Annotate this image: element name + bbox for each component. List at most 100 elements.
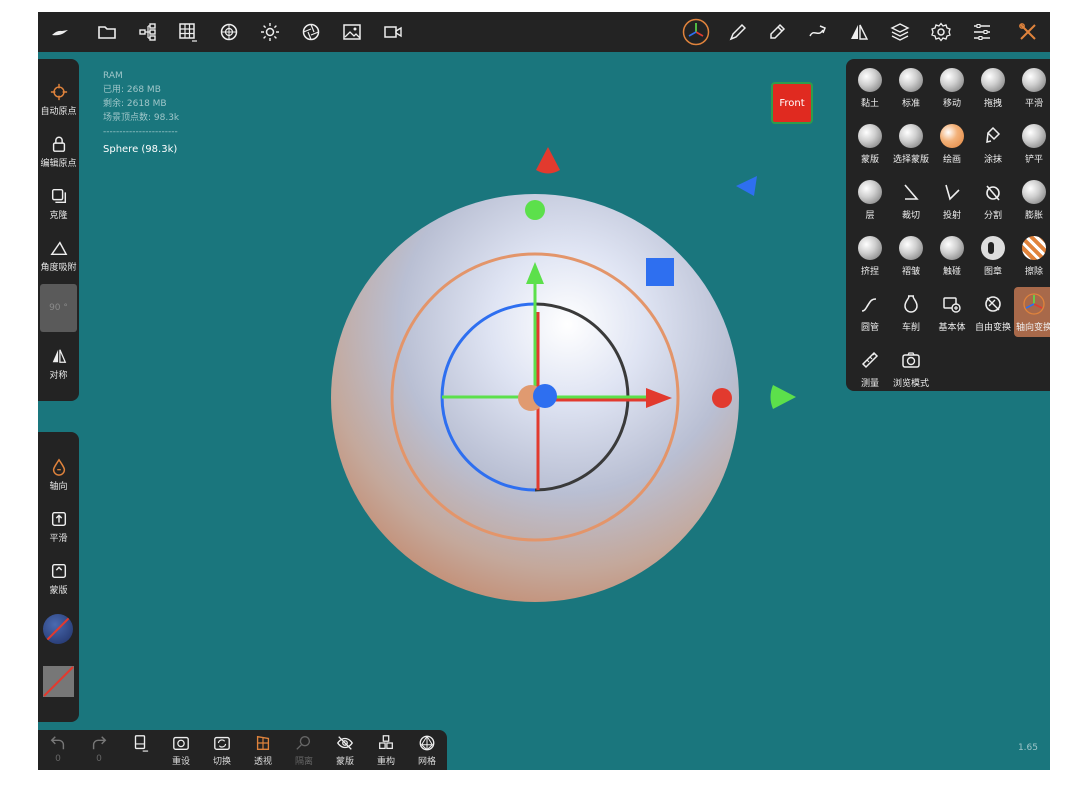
gizmo-center[interactable] xyxy=(533,384,557,408)
redo-icon xyxy=(92,736,107,750)
perspective-button[interactable]: 透视 xyxy=(243,734,283,767)
redo-button[interactable]: 0 xyxy=(79,734,119,764)
tool-measure[interactable]: 测量 xyxy=(850,343,890,393)
undo-button[interactable]: 0 xyxy=(38,734,78,764)
clone-button[interactable]: 克隆 xyxy=(38,187,79,221)
grid-icon[interactable] xyxy=(176,20,200,44)
sliders-icon[interactable] xyxy=(970,20,994,44)
tool-lathe[interactable]: 车削 xyxy=(891,287,931,337)
browse-mode-icon xyxy=(898,347,924,373)
dropper-icon[interactable] xyxy=(765,20,789,44)
camera-lens-icon[interactable] xyxy=(299,20,323,44)
gizmo-toggle-icon[interactable] xyxy=(682,18,710,46)
clay-icon xyxy=(857,67,883,93)
slash-icon xyxy=(44,615,72,643)
tool-primitive[interactable]: 基本体 xyxy=(932,287,972,337)
brush-icon[interactable] xyxy=(724,20,748,44)
inflate-icon xyxy=(1021,179,1047,205)
mask-label: 蒙版 xyxy=(49,586,68,596)
settings-icon[interactable] xyxy=(929,20,953,44)
edit-origin-button[interactable]: 编辑原点 xyxy=(38,135,79,169)
reset-camera-button[interactable]: 重设 xyxy=(161,734,201,767)
tools-icon[interactable] xyxy=(1016,20,1040,44)
tool-label: 测量 xyxy=(860,379,879,389)
app-window: RAM 已用: 268 MB 剩余: 2618 MB 场景顶点数: 98.3k … xyxy=(38,12,1050,770)
tool-pinch[interactable]: 挤捏 xyxy=(850,231,890,281)
layers-icon[interactable] xyxy=(888,20,912,44)
history-button[interactable] xyxy=(120,734,160,754)
lathe-icon xyxy=(898,291,924,317)
angle-value-field[interactable]: 90 ° xyxy=(40,284,77,332)
tool-label: 浏览模式 xyxy=(892,379,929,389)
tool-label: 铲平 xyxy=(1024,155,1043,165)
auto-origin-label: 自动原点 xyxy=(40,107,77,117)
tool-trim[interactable]: 裁切 xyxy=(891,175,931,225)
tool-clay[interactable]: 黏土 xyxy=(850,63,890,113)
redo-count: 0 xyxy=(96,754,102,764)
gizmo-handle-green-top[interactable] xyxy=(525,200,545,220)
view-cube[interactable]: Front xyxy=(771,82,813,124)
auto-origin-button[interactable]: 自动原点 xyxy=(38,83,79,117)
angle-snap-button[interactable]: 角度吸附 xyxy=(38,239,79,273)
gizmo-plane-blue[interactable] xyxy=(646,258,674,286)
remesh-label: 重构 xyxy=(376,757,395,767)
tool-paint[interactable]: 绘画 xyxy=(932,119,972,169)
video-icon[interactable] xyxy=(381,20,405,44)
tool-stamp[interactable]: 图章 xyxy=(973,231,1013,281)
switch-camera-button[interactable]: 切换 xyxy=(202,734,242,767)
tool-move[interactable]: 移动 xyxy=(932,63,972,113)
tool-select-mask[interactable]: 选择蒙版 xyxy=(891,119,931,169)
scene-tree-icon[interactable] xyxy=(136,20,160,44)
image-icon[interactable] xyxy=(340,20,364,44)
mask-button[interactable]: 蒙版 xyxy=(38,562,79,596)
ram-free: 剩余: 2618 MB xyxy=(103,99,167,109)
isolate-button[interactable]: 隔离 xyxy=(284,734,324,767)
perspective-icon xyxy=(256,735,270,750)
mask-visibility-button[interactable]: 蒙版 xyxy=(325,734,365,767)
tool-drag[interactable]: 拖拽 xyxy=(973,63,1013,113)
lighting-icon[interactable] xyxy=(258,20,282,44)
symmetry-button[interactable]: 对称 xyxy=(38,347,79,381)
tool-erase[interactable]: 擦除 xyxy=(1014,231,1050,281)
folder-icon[interactable] xyxy=(95,20,119,44)
axis-button[interactable]: 轴向 xyxy=(38,458,79,492)
tool-inflate[interactable]: 膨胀 xyxy=(1014,175,1050,225)
color-swatch-primary[interactable] xyxy=(43,614,73,644)
stroke-icon[interactable] xyxy=(806,20,830,44)
tool-tube[interactable]: 圆管 xyxy=(850,287,890,337)
tool-standard[interactable]: 标准 xyxy=(891,63,931,113)
gizmo-handle-red-right[interactable] xyxy=(712,388,732,408)
tool-free-transform[interactable]: 自由变换 xyxy=(973,287,1013,337)
tool-split[interactable]: 分割 xyxy=(973,175,1013,225)
tool-crease[interactable]: 褶皱 xyxy=(891,231,931,281)
tool-layer[interactable]: 层 xyxy=(850,175,890,225)
gizmo-cone-blue[interactable] xyxy=(736,176,757,196)
slash-icon xyxy=(43,666,74,697)
material-icon[interactable] xyxy=(217,20,241,44)
undo-count: 0 xyxy=(55,754,61,764)
wireframe-sphere-icon xyxy=(419,735,435,751)
mask-vis-label: 蒙版 xyxy=(335,757,354,767)
remesh-button[interactable]: 重构 xyxy=(366,734,406,767)
tool-project[interactable]: 投射 xyxy=(932,175,972,225)
tool-axis-transform[interactable]: 轴向变换 xyxy=(1014,287,1050,337)
gizmo-cone-green-right[interactable] xyxy=(770,385,797,409)
symmetry-icon[interactable] xyxy=(847,20,871,44)
tool-browse-mode[interactable]: 浏览模式 xyxy=(891,343,931,393)
mesh-button[interactable]: 网格 xyxy=(407,734,447,767)
tool-smudge[interactable]: 涂抹 xyxy=(973,119,1013,169)
color-swatch-secondary[interactable] xyxy=(43,666,74,697)
smooth-button[interactable]: 平滑 xyxy=(38,510,79,544)
tool-nudge[interactable]: 触碰 xyxy=(932,231,972,281)
pinch-icon xyxy=(857,235,883,261)
logo-icon[interactable] xyxy=(48,20,72,44)
gizmo-cone-red-top[interactable] xyxy=(536,147,560,174)
tool-label: 分割 xyxy=(983,211,1002,221)
tool-mask[interactable]: 蒙版 xyxy=(850,119,890,169)
tool-smooth[interactable]: 平滑 xyxy=(1014,63,1050,113)
erase-icon xyxy=(1021,235,1047,261)
selected-object[interactable]: Sphere (98.3k) xyxy=(103,143,179,157)
axis-transform-icon xyxy=(1021,291,1047,317)
tool-label: 裁切 xyxy=(901,211,920,221)
tool-flatten[interactable]: 铲平 xyxy=(1014,119,1050,169)
